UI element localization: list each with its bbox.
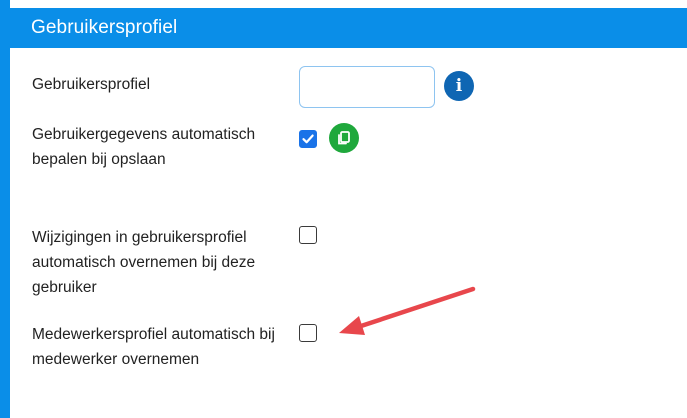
user-profile-label: Gebruikersprofiel <box>32 76 151 93</box>
user-profile-panel: Gebruikersprofiel Gebruikersprofiel i Ge… <box>0 0 687 418</box>
info-icon[interactable]: i <box>444 71 474 101</box>
auto-determine-user-data-label: Gebruikergegevens automatisch bepalen bi… <box>32 126 256 168</box>
employee-profile-auto-adopt-checkbox[interactable] <box>299 324 317 342</box>
checkmark-icon <box>302 134 314 144</box>
auto-determine-user-data-checkbox[interactable] <box>299 130 317 148</box>
auto-adopt-profile-changes-label: Wijzigingen in gebruikersprofiel automat… <box>32 229 256 296</box>
user-profile-input[interactable] <box>299 66 435 108</box>
annotation-arrow-icon <box>339 286 476 335</box>
panel-header: Gebruikersprofiel <box>10 8 687 48</box>
employee-profile-auto-adopt-label: Medewerkersprofiel automatisch bij medew… <box>32 326 275 368</box>
copy-icon[interactable] <box>329 123 359 153</box>
auto-adopt-profile-changes-checkbox[interactable] <box>299 226 317 244</box>
